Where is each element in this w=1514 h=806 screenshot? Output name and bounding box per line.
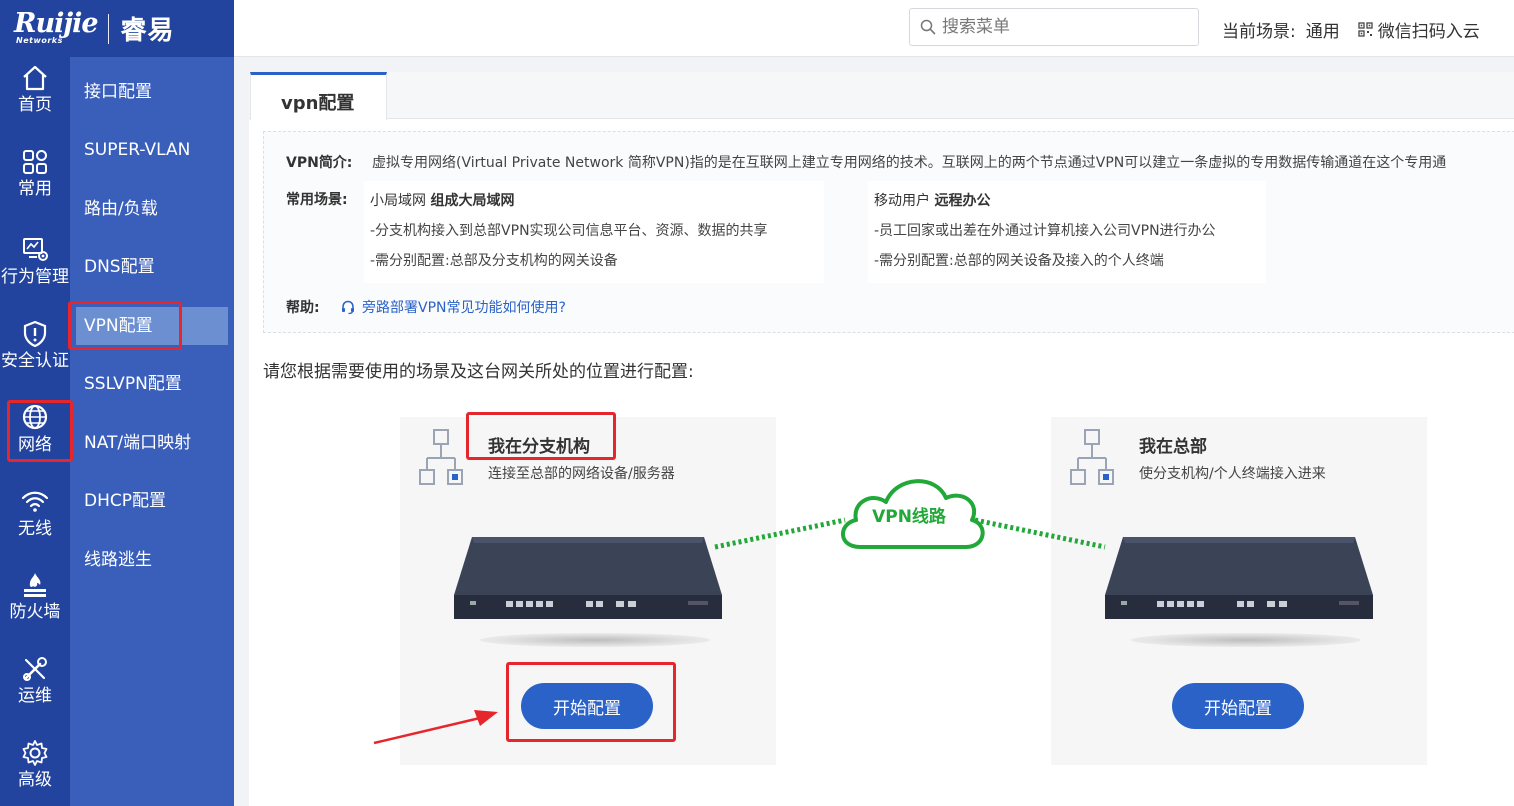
- nav-item-label: 高级: [18, 770, 52, 790]
- logo-divider: [107, 13, 109, 44]
- search-box[interactable]: [909, 8, 1199, 46]
- logo-wordmark: Ruijie Networks: [14, 10, 99, 45]
- home-icon: [23, 65, 47, 91]
- scenario-line: -需分别配置:总部及分支机构的网关设备: [370, 253, 618, 269]
- logo-brand-text: Ruijie: [14, 7, 99, 39]
- gateway-device-image: [1105, 537, 1373, 619]
- network-submenu: 接口配置 SUPER-VLAN 路由/负载 DNS配置 VPN配置 SSLVPN…: [70, 57, 234, 806]
- scenario-key: 常用场景:: [286, 192, 348, 208]
- wifi-icon: [21, 491, 49, 512]
- tab-bar: vpn配置: [249, 72, 1514, 120]
- nav-item-home[interactable]: 首页: [0, 63, 70, 115]
- annotation-box-start-button: [506, 662, 676, 742]
- scenario-title-lan: 小局域网 组成大局域网: [370, 193, 515, 209]
- annotation-box-network-nav: [7, 400, 73, 462]
- help-link-row[interactable]: 旁路部署VPN常见功能如何使用?: [340, 297, 566, 317]
- card-title: 我在总部: [1139, 437, 1207, 457]
- annotation-box-vpn-menu: [68, 301, 182, 350]
- nav-item-label: 常用: [18, 179, 52, 199]
- submenu-item-interface[interactable]: 接口配置: [70, 73, 234, 111]
- vpn-intro-text: 虚拟专用网络(Virtual Private Network 简称VPN)指的是…: [372, 155, 1447, 171]
- scenario-line: -分支机构接入到总部VPN实现公司信息平台、资源、数据的共享: [370, 223, 768, 239]
- scenario-line: -需分别配置:总部的网关设备及接入的个人终端: [874, 253, 1164, 269]
- nav-item-label: 防火墙: [9, 602, 61, 622]
- top-bar: 当前场景: 通用 微信扫码入云: [234, 0, 1514, 57]
- gateway-device-image: [454, 537, 722, 619]
- device-shadow: [1131, 633, 1361, 647]
- vpn-cloud-label: VPN线路: [872, 506, 947, 527]
- submenu-item-dns[interactable]: DNS配置: [70, 248, 234, 286]
- nav-item-common[interactable]: 常用: [0, 147, 70, 199]
- scene-value[interactable]: 通用: [1306, 17, 1340, 42]
- topology-icon: [419, 429, 463, 485]
- help-key: 帮助:: [286, 300, 320, 316]
- tab-vpn-config[interactable]: vpn配置: [250, 72, 387, 120]
- search-input[interactable]: [942, 17, 1182, 37]
- scenario-box-mobile: 移动用户 远程办公 -员工回家或出差在外通过计算机接入公司VPN进行办公 -需分…: [868, 181, 1266, 283]
- nav-item-firewall[interactable]: 防火墙: [0, 570, 70, 622]
- annotation-arrow: [373, 710, 498, 745]
- grid-icon: [23, 150, 47, 174]
- firewall-icon: [24, 573, 46, 597]
- submenu-item-sslvpn[interactable]: SSLVPN配置: [70, 365, 234, 403]
- monitor-icon: [23, 238, 48, 261]
- card-description: 连接至总部的网络设备/服务器: [488, 466, 675, 482]
- submenu-item-routing[interactable]: 路由/负载: [70, 190, 234, 228]
- nav-item-label: 首页: [18, 95, 52, 115]
- submenu-item-nat[interactable]: NAT/端口映射: [70, 424, 234, 462]
- nav-item-label: 无线: [18, 519, 52, 539]
- vpn-intro-key: VPN简介:: [286, 155, 353, 171]
- scene-label: 当前场景:: [1222, 22, 1296, 42]
- nav-item-behavior[interactable]: 行为管理: [0, 235, 70, 287]
- card-description: 使分支机构/个人终端接入进来: [1139, 466, 1326, 482]
- nav-item-label: 安全认证: [1, 351, 69, 371]
- nav-item-label: 运维: [18, 686, 52, 706]
- tools-icon: [23, 657, 47, 681]
- nav-item-advanced[interactable]: 高级: [0, 738, 70, 790]
- instruction-text: 请您根据需要使用的场景及这台网关所处的位置进行配置:: [263, 362, 694, 382]
- shield-icon: [23, 320, 47, 348]
- device-shadow: [480, 633, 710, 647]
- main-content: vpn配置 VPN简介: 虚拟专用网络(Virtual Private Netw…: [249, 72, 1514, 806]
- app-root: Ruijie Networks 睿易 首页 常用 行为管理 安全认证 网络 无线…: [0, 0, 1514, 806]
- brand-logo[interactable]: Ruijie Networks 睿易: [0, 0, 234, 57]
- wechat-cloud-link[interactable]: 微信扫码入云: [1378, 17, 1480, 42]
- start-config-button-hq[interactable]: 开始配置: [1172, 683, 1304, 729]
- submenu-item-super-vlan[interactable]: SUPER-VLAN: [70, 131, 234, 169]
- scene-info: 当前场景: 通用 微信扫码入云: [1222, 17, 1480, 42]
- search-icon: [920, 19, 936, 35]
- vpn-intro-panel: VPN简介: 虚拟专用网络(Virtual Private Network 简称…: [263, 131, 1514, 333]
- nav-item-security[interactable]: 安全认证: [0, 319, 70, 371]
- nav-item-maintenance[interactable]: 运维: [0, 654, 70, 706]
- help-link[interactable]: 旁路部署VPN常见功能如何使用?: [362, 300, 566, 316]
- nav-item-label: 行为管理: [1, 267, 69, 287]
- scenario-title-mobile: 移动用户 远程办公: [874, 193, 991, 209]
- annotation-box-branch-title: [466, 412, 616, 460]
- scenario-box-lan: 小局域网 组成大局域网 -分支机构接入到总部VPN实现公司信息平台、资源、数据的…: [364, 181, 824, 283]
- headset-icon: [342, 300, 354, 315]
- submenu-item-line-escape[interactable]: 线路逃生: [70, 541, 234, 579]
- qr-code-icon: [1358, 22, 1373, 37]
- nav-item-wireless[interactable]: 无线: [0, 487, 70, 539]
- product-name: 睿易: [120, 16, 175, 46]
- gear-icon: [22, 740, 48, 766]
- vpn-link-diagram: VPN线路: [714, 479, 1106, 550]
- scenario-line: -员工回家或出差在外通过计算机接入公司VPN进行办公: [874, 223, 1216, 239]
- submenu-item-dhcp[interactable]: DHCP配置: [70, 482, 234, 520]
